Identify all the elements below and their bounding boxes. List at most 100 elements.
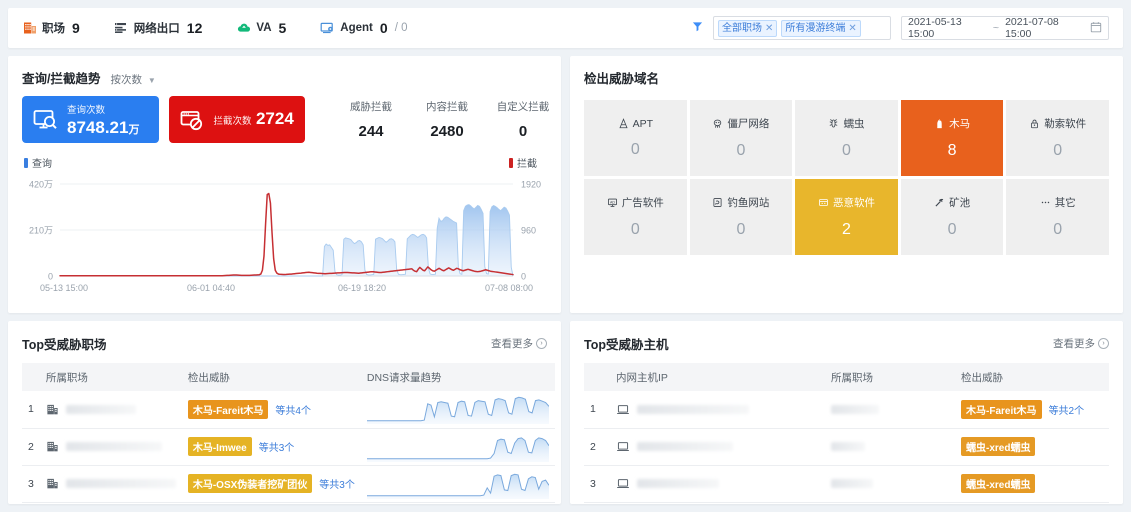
col-workplace: 所属职场 (39, 363, 182, 391)
threat-cell-header: 其它 (1040, 195, 1076, 210)
legend-item-query[interactable]: 查询 (24, 155, 52, 170)
legend-label-block: 拦截 (517, 159, 537, 170)
status-badge[interactable]: 木马-Fareit木马 (961, 399, 1042, 419)
top-hosts-table-body: 1 木马-Fareit木马 等共2个 2 蠕虫-xred蠕虫 3 蠕虫-xred蠕虫 (584, 391, 1109, 503)
threat-cell-malware[interactable]: 恶意软件 2 (795, 179, 898, 255)
threat-cell-header: 钓鱼网站 (712, 195, 769, 210)
filter-chip-label: 所有漫游终端 (785, 22, 846, 34)
filter-chip-all-roaming-terminals[interactable]: 所有漫游终端 ✕ (781, 19, 861, 37)
page-title: 查询/拦截趋势 (22, 72, 101, 86)
close-icon[interactable]: ✕ (848, 22, 856, 35)
threat-more-link[interactable]: 等共3个 (319, 476, 355, 491)
table-row[interactable]: 1 木马-Fareit木马 等共4个 (22, 391, 555, 429)
stat-workplace[interactable]: 职场 9 (22, 20, 80, 36)
row-index: 1 (22, 391, 40, 429)
threat-cell-header: 矿池 (934, 195, 970, 210)
laptop-icon (616, 403, 630, 416)
status-badge[interactable]: 蠕虫-xred蠕虫 (961, 474, 1036, 493)
table-row[interactable]: 3 木马-OSX伪装者挖矿团伙 等共3个 (22, 465, 555, 503)
stat-network-egress[interactable]: 网络出口 12 (114, 20, 202, 36)
stat-va-value: 5 (278, 20, 287, 36)
table-row[interactable]: 3 蠕虫-xred蠕虫 (584, 465, 1109, 503)
workplace-name-masked (831, 404, 879, 414)
workplace-name-masked (65, 442, 162, 451)
trend-card-header: 查询/拦截趋势 按次数 ▼ (8, 56, 561, 87)
threat-cell-worm[interactable]: 蠕虫 0 (795, 100, 898, 176)
legend-swatch-query (24, 157, 28, 168)
calendar-icon[interactable] (1090, 21, 1102, 36)
threat-cell-value: 2 (842, 221, 851, 238)
threat-cell-trojan[interactable]: 木马 8 (900, 100, 1004, 176)
threat-more-link[interactable]: 等共2个 (1049, 402, 1085, 417)
status-badge[interactable]: 木马-Fareit木马 (187, 399, 269, 419)
threat-cell-phishing[interactable]: 钓鱼网站 0 (689, 179, 793, 255)
row-index: 3 (584, 465, 610, 503)
workplace-name-masked (65, 479, 176, 488)
threat-cell-label: APT (632, 117, 653, 130)
threat-more-link[interactable]: 等共4个 (275, 402, 311, 417)
detected-threat-domains-card: 检出威胁域名 APT 0 僵尸网络 0 蠕虫 0 木马 8 勒索软件 0 AD 广告软件 0 钓鱼网站 0 恶… (570, 56, 1123, 313)
sub-metric-threat-block: 威胁拦截 244 (333, 99, 409, 140)
funnel-icon[interactable] (692, 21, 703, 35)
filter-chip-all-workplaces[interactable]: 全部职场 ✕ (718, 19, 778, 37)
col-index (584, 363, 610, 391)
legend-item-block[interactable]: 拦截 (509, 155, 537, 170)
network-egress-icon (114, 21, 129, 36)
building-icon (46, 403, 59, 416)
threat-cell-header: 勒索软件 (1029, 116, 1086, 131)
row-threat: 木马-Fareit木马 等共4个 (181, 391, 361, 429)
threat-cell-value: 0 (842, 142, 851, 159)
metric-card-query-label: 查询次数 (67, 105, 106, 117)
threat-cell-apt[interactable]: APT 0 (584, 100, 687, 176)
row-workplace (39, 391, 182, 429)
stat-va[interactable]: VA 5 (236, 20, 286, 36)
host-ip-masked (637, 404, 749, 414)
status-badge[interactable]: 木马-Imwee (187, 437, 252, 456)
top-sites-view-more[interactable]: 查看更多 › (491, 336, 547, 351)
host-ip-masked (637, 442, 733, 451)
stat-agent[interactable]: Agent 0 / 0 (320, 20, 407, 36)
table-row[interactable]: 1 木马-Fareit木马 等共2个 (584, 391, 1109, 429)
stat-network-egress-label: 网络出口 (133, 23, 180, 35)
threat-cell-label: 木马 (949, 118, 971, 130)
row-index: 3 (22, 465, 40, 503)
table-row[interactable]: 2 木马-Imwee 等共3个 (22, 428, 555, 466)
sub-metric-custom-block-label: 自定义拦截 (496, 101, 550, 113)
col-index (22, 363, 40, 391)
stat-agent-sub: / 0 (394, 22, 408, 34)
trend-metric-selector[interactable]: 按次数 ▼ (110, 72, 155, 87)
threat-cell-other[interactable]: 其它 0 (1006, 179, 1109, 255)
date-range-picker[interactable]: 2021-05-13 15:00 ~ 2021-07-08 15:00 (901, 16, 1109, 40)
top-sites-table: 所属职场 检出威胁 DNS请求量趋势 1 木马-Fareit木马 等共4个 2 木… (22, 363, 555, 503)
phishing-icon (712, 197, 723, 208)
threat-cell-adware[interactable]: AD 广告软件 0 (584, 179, 687, 255)
chevron-right-circle-icon: › (1098, 338, 1109, 349)
metric-card-block-count[interactable]: 拦截次数 2724 (168, 96, 305, 143)
top-hosts-view-more[interactable]: 查看更多 › (1053, 336, 1109, 351)
trend-chart-svg: 0 0 210万 960 420万 1920 05-13 15:00 06-01 04:40 0… (29, 180, 541, 294)
threat-cell-value: 0 (947, 221, 957, 238)
scope-filter-input[interactable]: 全部职场 ✕ 所有漫游终端 ✕ (713, 16, 891, 40)
row-workplace (825, 465, 955, 503)
trend-chart[interactable]: 0 0 210万 960 420万 1920 05-13 15:00 06-01 04:40 0… (8, 172, 561, 309)
date-range-end: 2021-07-08 15:00 (1005, 16, 1059, 40)
threat-cell-botnet[interactable]: 僵尸网络 0 (689, 100, 793, 176)
status-badge[interactable]: 蠕虫-xred蠕虫 (961, 437, 1036, 456)
status-badge[interactable]: 木马-OSX伪装者挖矿团伙 (187, 474, 313, 493)
col-host-ip: 内网主机IP (610, 363, 825, 391)
threat-cell-ransomware[interactable]: 勒索软件 0 (1006, 100, 1109, 176)
monitor-search-icon (32, 107, 58, 133)
top-sites-view-more-label: 查看更多 (491, 338, 533, 350)
table-row[interactable]: 2 蠕虫-xred蠕虫 (584, 428, 1109, 466)
close-icon[interactable]: ✕ (765, 22, 773, 35)
metric-card-query-count[interactable]: 查询次数 8748.21万 (22, 96, 159, 143)
threat-cell-header: 恶意软件 (818, 195, 875, 210)
sub-metric-content-block-label: 内容拦截 (426, 101, 468, 113)
top-sites-table-body: 1 木马-Fareit木马 等共4个 2 木马-Imwee 等共3个 3 木马-OS… (22, 391, 555, 503)
threat-cell-label: 僵尸网络 (727, 118, 770, 130)
svg-text:0: 0 (521, 272, 526, 282)
col-detected-threat: 检出威胁 (955, 363, 1109, 391)
threat-more-link[interactable]: 等共3个 (259, 439, 295, 454)
threat-cell-mining-pool[interactable]: 矿池 0 (900, 179, 1004, 255)
svg-text:210万: 210万 (29, 226, 53, 236)
